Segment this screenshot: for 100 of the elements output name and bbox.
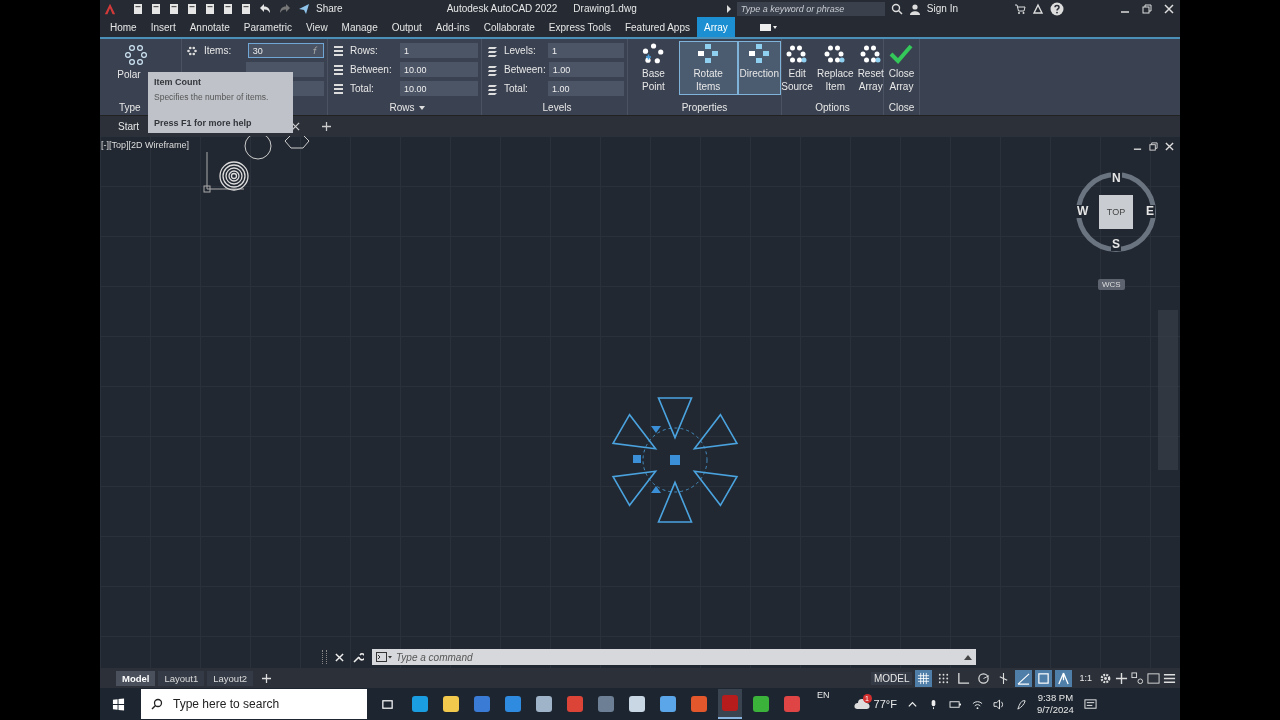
app-logo-icon[interactable] <box>104 2 116 15</box>
share-button[interactable]: Share <box>316 3 343 14</box>
close-icon[interactable] <box>1165 142 1174 151</box>
value-field[interactable]: 10.00 <box>400 62 478 77</box>
triangle-nodes-icon[interactable] <box>1032 2 1044 15</box>
viewport-controls[interactable]: [-][Top][2D Wireframe] <box>101 140 190 150</box>
property-button[interactable]: Direction <box>737 41 781 95</box>
share-icon[interactable] <box>298 2 310 15</box>
value-field[interactable]: 1 <box>400 43 478 58</box>
compass-label[interactable]: W <box>1076 205 1090 218</box>
ucs-menu[interactable]: WCS <box>1098 279 1125 290</box>
toolbar-document-icon[interactable] <box>168 2 180 15</box>
plus-icon[interactable] <box>1115 671 1128 685</box>
expand-icon[interactable] <box>964 654 972 660</box>
ribbon-tab[interactable]: Collaborate <box>476 17 542 37</box>
close-icon[interactable] <box>335 652 344 662</box>
ribbon-tab[interactable]: Home <box>103 17 144 37</box>
file-tab[interactable]: Start <box>118 120 140 132</box>
sign-in-link[interactable]: Sign In <box>926 3 958 14</box>
panel-title[interactable]: Rows <box>389 102 415 113</box>
system-clock[interactable]: 9:38 PM 9/7/2024 <box>1036 692 1074 716</box>
value-field[interactable]: 1.00 <box>548 62 624 77</box>
value-field[interactable]: 1 <box>547 43 624 58</box>
hexagon-shape[interactable] <box>284 136 310 149</box>
layout-tab[interactable]: Layout2 <box>207 670 254 686</box>
ribbon-tab[interactable]: Insert <box>143 17 183 37</box>
formula-icon[interactable] <box>312 46 319 55</box>
toolbar-document-icon[interactable] <box>222 2 234 15</box>
option-button[interactable]: Replace Item <box>814 41 856 95</box>
ribbon-tab[interactable]: Array <box>696 17 735 37</box>
items-field[interactable]: 30 <box>247 43 324 58</box>
settings-icon[interactable] <box>1099 671 1112 685</box>
option-button[interactable]: Edit Source <box>779 41 815 95</box>
toolbar-document-icon[interactable] <box>150 2 162 15</box>
wrench-icon[interactable] <box>352 651 364 663</box>
option-button[interactable]: Reset Array <box>855 41 886 95</box>
ribbon-tab[interactable]: Manage <box>334 17 385 37</box>
model-space-button[interactable]: MODEL <box>870 671 913 685</box>
menu-icon[interactable] <box>1163 671 1176 685</box>
video-icon[interactable] <box>758 22 779 32</box>
help-icon[interactable] <box>1050 1 1064 16</box>
ribbon-tab[interactable]: Express Tools <box>541 17 618 37</box>
grip-handle[interactable] <box>322 650 327 664</box>
annotation-scale[interactable]: 1:1 <box>1079 673 1092 683</box>
command-bar[interactable]: Type a command <box>372 649 976 665</box>
dropdown-icon[interactable] <box>418 105 425 110</box>
fullscreen-icon[interactable] <box>1147 671 1160 685</box>
language-indicator[interactable]: EN <box>817 690 830 700</box>
polar-array-drawing[interactable] <box>611 397 739 523</box>
close-tab-icon[interactable] <box>291 121 301 131</box>
status-toggle[interactable] <box>1035 669 1053 687</box>
status-toggle[interactable] <box>1015 669 1033 687</box>
cart-icon[interactable] <box>1014 2 1026 15</box>
notifications-icon[interactable] <box>1083 697 1097 711</box>
battery-icon[interactable] <box>948 698 962 710</box>
property-button[interactable]: Rotate Items <box>678 41 738 95</box>
speaker-icon[interactable] <box>992 698 1006 710</box>
ribbon-tab[interactable]: Parametric <box>236 17 300 37</box>
windows-start-icon[interactable] <box>112 697 125 711</box>
compass-ring[interactable]: N W TOP E S <box>1076 172 1156 252</box>
layout-tab[interactable]: Model <box>116 670 156 686</box>
compass-label[interactable]: E <box>1145 205 1155 218</box>
compass-label[interactable]: S <box>1111 238 1121 251</box>
search-field[interactable]: Type a keyword or phrase <box>736 1 885 16</box>
property-button[interactable]: Base Point <box>628 41 679 95</box>
shapes-icon[interactable] <box>1131 671 1144 685</box>
layout-tab[interactable]: Layout1 <box>158 670 205 686</box>
ribbon-tab[interactable]: Add-ins <box>428 17 477 37</box>
wifi-icon[interactable] <box>971 698 983 710</box>
task-view-icon[interactable] <box>381 697 394 711</box>
add-layout-icon[interactable] <box>262 673 272 683</box>
taskbar-search-box[interactable]: Type here to search <box>141 689 367 719</box>
restore-icon[interactable] <box>1149 142 1158 151</box>
new-tab-icon[interactable] <box>322 121 332 131</box>
drawing-viewport[interactable]: [-][Top][2D Wireframe] N W TOP E S WCS Type a command <box>100 136 1180 668</box>
toolbar-document-icon[interactable] <box>132 2 144 15</box>
status-toggle[interactable] <box>1055 669 1073 687</box>
toolbar-document-icon[interactable] <box>186 2 198 15</box>
value-field[interactable]: 10.00 <box>400 81 478 96</box>
status-toggle[interactable] <box>915 669 933 687</box>
search-field[interactable]: Type here to search <box>171 696 355 712</box>
ribbon-tab[interactable]: View <box>299 17 335 37</box>
search-icon[interactable] <box>890 2 903 15</box>
toolbar-document-icon[interactable] <box>204 2 216 15</box>
value-field[interactable]: 1.00 <box>547 81 624 96</box>
redo-icon[interactable] <box>278 2 292 15</box>
viewcube-face[interactable]: TOP <box>1099 195 1133 229</box>
compass-label[interactable]: N <box>1111 172 1122 185</box>
close-array-button[interactable]: Close Array <box>886 41 917 95</box>
pen-icon[interactable] <box>1015 698 1027 710</box>
ribbon-tab[interactable]: Output <box>384 17 429 37</box>
restore-icon[interactable] <box>1142 3 1152 14</box>
concentric-circles-drawing[interactable] <box>219 161 249 191</box>
command-field[interactable]: Type a command <box>396 651 960 663</box>
ribbon-tab[interactable]: Featured Apps <box>617 17 697 37</box>
ribbon-tab[interactable]: Annotate <box>182 17 237 37</box>
close-icon[interactable] <box>1164 3 1174 14</box>
taskbar-app-icon[interactable] <box>718 689 742 719</box>
toolbar-document-icon[interactable] <box>240 2 252 15</box>
undo-icon[interactable] <box>258 2 272 15</box>
